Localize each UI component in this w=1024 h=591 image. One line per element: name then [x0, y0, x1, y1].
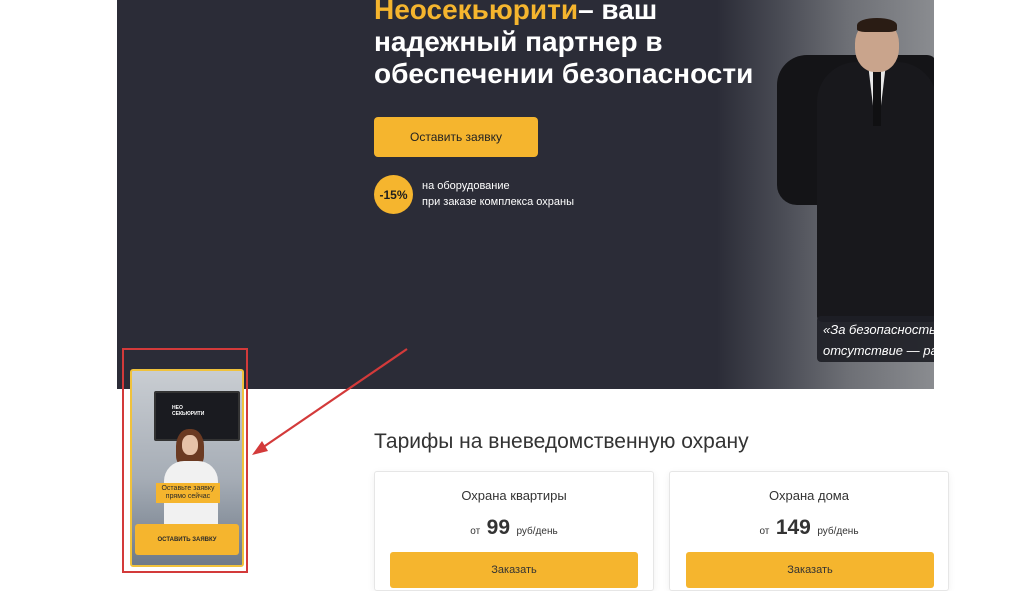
- discount-badge: -15%: [374, 175, 413, 214]
- tariff-price-value: 149: [775, 516, 811, 539]
- hero-bodyguard-tie: [873, 70, 881, 126]
- leave-request-button[interactable]: Оставить заявку: [374, 117, 538, 157]
- hero-title-line1-rest: – ваш: [578, 0, 658, 25]
- hero-title: Неосекьюрити– ваш надежный партнер в обе…: [374, 0, 794, 90]
- tariff-price: от 149 руб/день: [670, 516, 948, 540]
- tariff-name: Охрана дома: [769, 488, 849, 503]
- tariff-price-from: от: [759, 526, 770, 537]
- discount-text: на оборудование при заказе комплекса охр…: [422, 178, 574, 210]
- hero-title-accent: Неосекьюрити: [374, 0, 579, 25]
- hero-bodyguard-hair: [857, 18, 897, 32]
- promo-leave-request-button[interactable]: ОСТАВИТЬ ЗАЯВКУ: [135, 524, 239, 555]
- hero-title-line3: обеспечении безопасности: [374, 58, 754, 89]
- discount-line2: при заказе комплекса охраны: [422, 196, 575, 208]
- tariff-price: от 99 руб/день: [375, 516, 653, 540]
- promo-overlay-line1: Оставьте заявку: [161, 485, 215, 492]
- tariff-price-unit: руб/день: [817, 526, 859, 537]
- order-apartment-button[interactable]: Заказать: [390, 552, 638, 588]
- order-house-button[interactable]: Заказать: [686, 552, 934, 588]
- tariff-price-from: от: [470, 526, 481, 537]
- tariff-card-apartment: Охрана квартиры от 99 руб/день Заказать: [374, 471, 654, 591]
- tariff-price-value: 99: [486, 516, 511, 539]
- promo-tv-logo-line2: СЕКЬЮРИТИ: [172, 411, 205, 417]
- promo-video-widget[interactable]: НЕО СЕКЬЮРИТИ Оставьте заявку прямо сейч…: [130, 369, 244, 567]
- tariff-price-unit: руб/день: [516, 526, 558, 537]
- discount-line1: на оборудование: [422, 180, 510, 192]
- hero-quote-line2: отсутствие — рас: [823, 343, 934, 358]
- hero-title-line2: надежный партнер в: [374, 26, 663, 57]
- promo-overlay-line2: прямо сейчас: [165, 493, 211, 500]
- hero-quote: «За безопасность н отсутствие — рас: [817, 316, 934, 362]
- hero-quote-line1: «За безопасность н: [823, 322, 934, 337]
- tariff-name: Охрана квартиры: [461, 488, 567, 503]
- promo-presenter-face: [182, 435, 198, 455]
- tariff-card-house: Охрана дома от 149 руб/день Заказать: [669, 471, 949, 591]
- tariffs-title: Тарифы на вневедомственную охрану: [374, 430, 749, 453]
- promo-overlay-caption: Оставьте заявку прямо сейчас: [156, 483, 220, 503]
